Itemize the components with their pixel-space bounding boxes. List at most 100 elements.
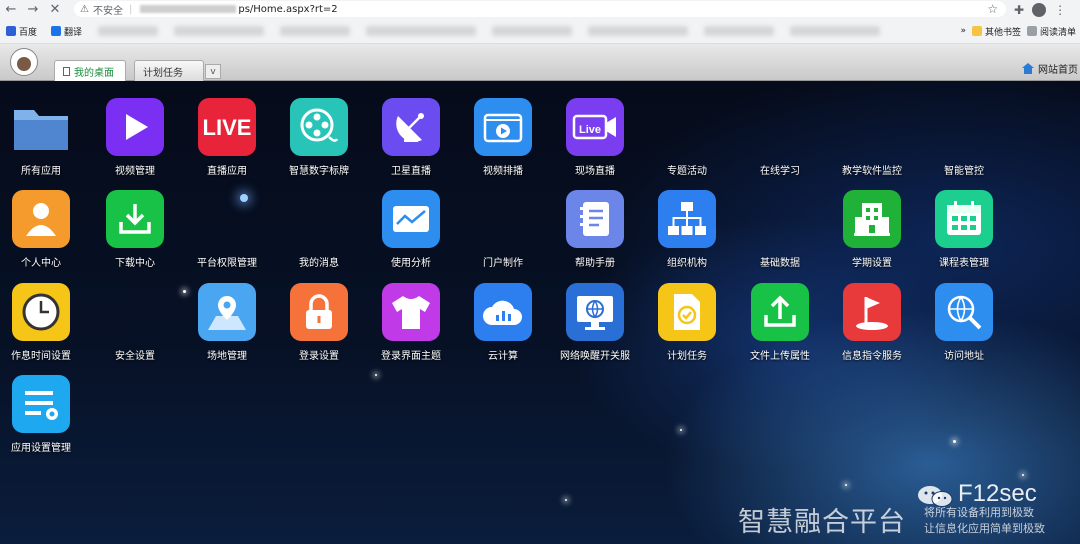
app-icon[interactable]: 在线学习 [734, 98, 826, 188]
app-icon[interactable]: LIVE 直播应用 [181, 98, 273, 188]
browser-chrome: ← → ✕ ⚠ 不安全 | ps/Home.aspx?rt=2 ☆ ✚ ⋮ 百度… [0, 0, 1080, 44]
app-label: 智慧数字标牌 [289, 166, 349, 177]
app-icon[interactable]: 使用分析 [365, 190, 457, 280]
notebook-icon [566, 190, 624, 248]
app-label: 场地管理 [207, 351, 247, 362]
translate-icon [51, 26, 62, 36]
app-icon[interactable]: 我的消息 [273, 190, 365, 280]
app-icon[interactable]: 组织机构 [641, 190, 733, 280]
app-icon[interactable]: 学期设置 [826, 190, 918, 280]
app-label: 帮助手册 [575, 258, 615, 269]
app-icon[interactable]: 智慧数字标牌 [273, 98, 365, 188]
redacted-bookmark [98, 26, 159, 36]
empty-tile [843, 98, 901, 156]
home-icon [1022, 62, 1034, 74]
app-icon[interactable]: 登录界面主题 [365, 283, 457, 373]
address-bar[interactable]: ⚠ 不安全 | ps/Home.aspx?rt=2 ☆ [74, 1, 1006, 17]
app-icon[interactable]: 帮助手册 [549, 190, 641, 280]
app-icon[interactable]: 个人中心 [0, 190, 87, 280]
app-label: 登录界面主题 [381, 351, 441, 362]
calendar-icon [935, 190, 993, 248]
profile-icon[interactable] [1032, 2, 1047, 17]
app-icon[interactable]: 基础数据 [734, 190, 826, 280]
star-sparkle [845, 484, 847, 486]
app-icon[interactable]: 应用设置管理 [0, 375, 87, 465]
app-icon[interactable]: 视频排播 [457, 98, 549, 188]
top-bar: 我的桌面 计划任务 v 网站首页 [0, 44, 1080, 81]
app-icon[interactable]: 访问地址 [918, 283, 1010, 373]
app-icon[interactable]: 计划任务 [641, 283, 733, 373]
app-icon[interactable]: 登录设置 [273, 283, 365, 373]
app-icon[interactable]: Live 现场直播 [549, 98, 641, 188]
tab-label: 我的桌面 [74, 67, 114, 79]
globe-search-icon [935, 283, 993, 341]
app-icon[interactable]: 安全设置 [89, 283, 181, 373]
extensions-area: ✚ ⋮ [1014, 0, 1066, 19]
folder-icon [971, 26, 982, 36]
forward-icon[interactable]: → [22, 0, 44, 19]
app-icon[interactable]: 下载中心 [89, 190, 181, 280]
app-label: 视频管理 [115, 166, 155, 177]
app-label: 使用分析 [391, 258, 431, 269]
app-label: 应用设置管理 [11, 443, 71, 454]
analytics-icon [382, 190, 440, 248]
reading-list[interactable]: 阅读清单 [1026, 25, 1076, 38]
app-icon[interactable]: 云计算 [457, 283, 549, 373]
tab-dropdown-button[interactable]: v [205, 64, 221, 79]
video-schedule-icon [474, 98, 532, 156]
app-icon[interactable]: 门户制作 [457, 190, 549, 280]
app-label: 登录设置 [299, 351, 339, 362]
app-icon[interactable]: 智能管控 [918, 98, 1010, 188]
empty-tile [751, 98, 809, 156]
app-icon[interactable]: 作息时间设置 [0, 283, 87, 373]
separator: | [128, 3, 133, 15]
site-home-link[interactable]: 网站首页 [1022, 60, 1078, 76]
app-icon[interactable]: 教学软件监控 [826, 98, 918, 188]
back-icon[interactable]: ← [0, 0, 22, 19]
tab-label: 计划任务 [143, 67, 183, 79]
satellite-dish-icon [382, 98, 440, 156]
stop-icon[interactable]: ✕ [44, 0, 66, 19]
tab-my-desktop[interactable]: 我的桌面 [54, 60, 126, 81]
more-bookmarks-icon[interactable]: » [960, 26, 966, 36]
app-icon[interactable]: 信息指令服务 [826, 283, 918, 373]
app-label: 作息时间设置 [11, 351, 71, 362]
bookmark-star-icon[interactable]: ☆ [987, 2, 998, 16]
app-icon[interactable]: 课程表管理 [918, 190, 1010, 280]
tab-scheduled-tasks[interactable]: 计划任务 [134, 60, 204, 81]
film-reel-icon [290, 98, 348, 156]
app-label: 所有应用 [21, 166, 61, 177]
platform-title: 智慧融合平台 [738, 507, 906, 538]
menu-icon[interactable]: ⋮ [1054, 3, 1066, 17]
avatar[interactable] [10, 48, 38, 76]
bookmark-baidu[interactable]: 百度 [6, 25, 37, 38]
empty-tile [106, 283, 164, 341]
app-label: 平台权限管理 [197, 258, 257, 269]
app-label: 基础数据 [760, 258, 800, 269]
app-icon[interactable]: 所有应用 [0, 98, 87, 188]
desktop-tab-icon [63, 66, 70, 76]
app-label: 教学软件监控 [842, 166, 902, 177]
app-icon[interactable]: 场地管理 [181, 283, 273, 373]
app-label: 信息指令服务 [842, 351, 902, 362]
redacted-bookmark [280, 26, 351, 36]
redacted-url [140, 5, 237, 13]
bookmark-label: 百度 [19, 27, 38, 38]
app-icon[interactable]: 文件上传属性 [734, 283, 826, 373]
empty-tile [474, 190, 532, 248]
app-icon[interactable]: 卫星直播 [365, 98, 457, 188]
puzzle-icon[interactable]: ✚ [1014, 3, 1024, 17]
app-icon[interactable]: 网络唤醒开关服 [549, 283, 641, 373]
app-label: 卫星直播 [391, 166, 431, 177]
app-icon[interactable]: 视频管理 [89, 98, 181, 188]
app-icon[interactable]: 专题活动 [641, 98, 733, 188]
app-icon[interactable]: 平台权限管理 [181, 190, 273, 280]
star-sparkle [565, 499, 567, 501]
app-label: 专题活动 [667, 166, 707, 177]
person-icon [12, 190, 70, 248]
empty-tile [290, 190, 348, 248]
bookmark-label: 阅读清单 [1039, 27, 1076, 38]
other-bookmarks[interactable]: 其他书签 [971, 25, 1021, 38]
slogan-line-1: 将所有设备利用到极致 [924, 506, 1034, 519]
bookmark-translate[interactable]: 翻译 [51, 25, 82, 38]
